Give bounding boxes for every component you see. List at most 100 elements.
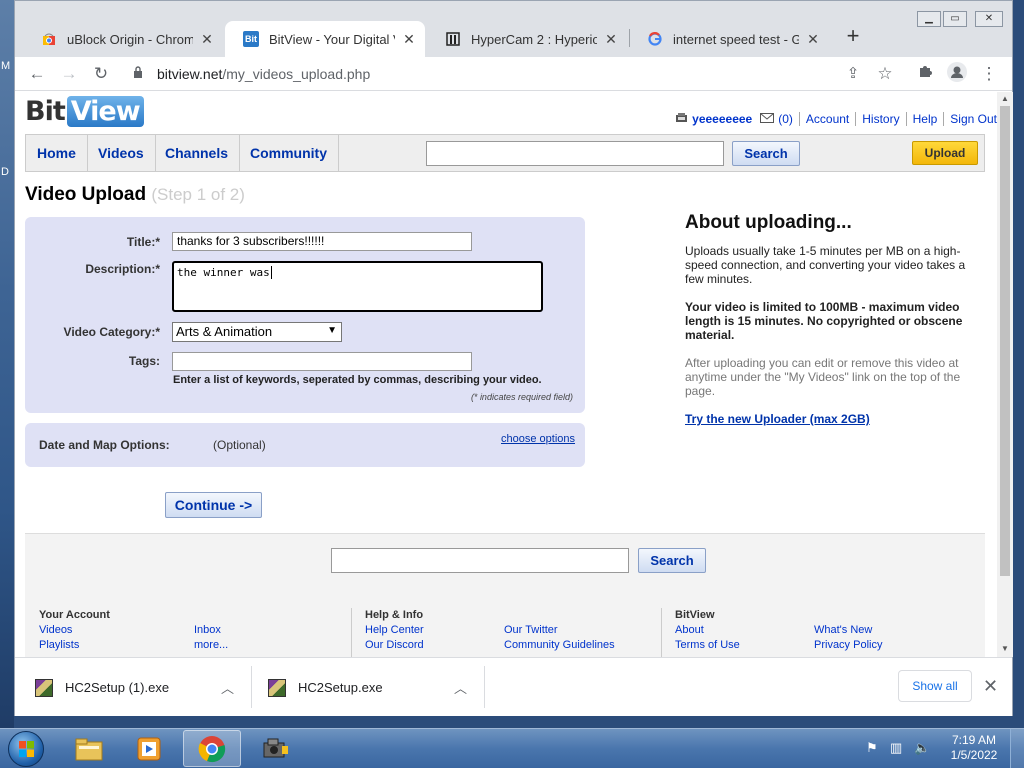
footer-divider	[351, 608, 352, 657]
reload-icon[interactable]: ↻	[89, 62, 113, 86]
date-map-options: Date and Map Options: (Optional) choose …	[25, 423, 585, 467]
footer-link-discord[interactable]: Our Discord	[365, 639, 424, 651]
download-item[interactable]: HC2Setup (1).exe ︿	[35, 658, 249, 717]
account-link[interactable]: Account	[798, 112, 855, 126]
desktop-icon-label-d: D	[1, 166, 9, 178]
tab-strip: uBlock Origin - Chrome W ✕ Bit BitView -…	[15, 1, 1012, 57]
footer-link-twitter[interactable]: Our Twitter	[504, 624, 558, 636]
action-center-flag-icon[interactable]: ⚑	[866, 740, 878, 756]
about-paragraph-3: After uploading you can edit or remove t…	[685, 356, 961, 398]
tags-input[interactable]	[172, 352, 472, 371]
hyperionics-icon	[445, 31, 461, 47]
tab-hyperionics[interactable]: HyperCam 2 : Hyperionics ✕	[427, 21, 627, 57]
footer-link-inbox[interactable]: Inbox	[194, 624, 221, 636]
history-link[interactable]: History	[855, 112, 905, 126]
footer-link-help-center[interactable]: Help Center	[365, 624, 424, 636]
user-icon	[675, 112, 688, 126]
description-textarea[interactable]: the winner was	[172, 261, 543, 312]
extensions-puzzle-icon[interactable]	[913, 62, 937, 86]
tags-hint: Enter a list of keywords, seperated by c…	[173, 374, 542, 386]
windows-taskbar: ⚑ ▥ 🔈 7:19 AM 1/5/2022	[0, 728, 1024, 768]
about-uploading-panel: About uploading... Uploads usually take …	[685, 213, 975, 440]
new-tab-plus-icon[interactable]: +	[841, 25, 865, 47]
footer-link-terms[interactable]: Terms of Use	[675, 639, 740, 651]
url-text: bitview.net/my_videos_upload.php	[157, 66, 370, 82]
scroll-down-icon[interactable]: ▼	[997, 644, 1013, 653]
scrollbar-thumb[interactable]	[1000, 106, 1010, 576]
winrar-file-icon	[35, 678, 53, 697]
header-search-button[interactable]: Search	[732, 141, 800, 166]
chevron-up-icon[interactable]: ︿	[221, 678, 234, 697]
inbox-count[interactable]: (0)	[778, 112, 793, 126]
hypercam-icon[interactable]	[246, 730, 304, 767]
network-icon[interactable]: ▥	[890, 740, 902, 756]
show-desktop-button[interactable]	[1010, 729, 1024, 768]
close-downloads-icon[interactable]: ✕	[983, 676, 998, 697]
profile-avatar-icon[interactable]	[945, 62, 969, 86]
system-clock[interactable]: 7:19 AM 1/5/2022	[946, 733, 1002, 763]
footer-link-more[interactable]: more...	[194, 639, 228, 651]
sign-out-link[interactable]: Sign Out	[943, 112, 997, 126]
logo-view: View	[66, 96, 144, 127]
continue-button[interactable]: Continue ->	[165, 492, 262, 518]
footer-link-guidelines[interactable]: Community Guidelines	[504, 639, 615, 651]
nav-channels[interactable]: Channels	[154, 135, 241, 171]
tab-title: BitView - Your Digital Vide	[269, 31, 395, 47]
new-uploader-link[interactable]: Try the new Uploader (max 2GB)	[685, 412, 975, 426]
choose-options-link[interactable]: choose options	[501, 433, 575, 445]
close-tab-icon[interactable]: ✕	[805, 31, 821, 48]
username-link[interactable]: yeeeeeeee	[692, 112, 752, 126]
footer-link-playlists[interactable]: Playlists	[39, 639, 79, 651]
header-search-input[interactable]	[426, 141, 724, 166]
title-input[interactable]: thanks for 3 subscribers!!!!!!	[172, 232, 472, 251]
minimize-icon[interactable]: ▁	[917, 11, 941, 27]
footer-link-whats-new[interactable]: What's New	[814, 624, 872, 636]
nav-home[interactable]: Home	[26, 135, 88, 171]
tab-speed-test[interactable]: internet speed test - Goo ✕	[629, 21, 829, 57]
address-bar[interactable]: bitview.net/my_videos_upload.php	[123, 59, 893, 89]
about-paragraph-1: Uploads usually take 1-5 minutes per MB …	[685, 244, 966, 286]
page-scrollbar[interactable]: ▲ ▼	[997, 92, 1013, 657]
category-select[interactable]: Arts & Animation ▼	[172, 322, 342, 342]
scroll-up-icon[interactable]: ▲	[997, 94, 1013, 103]
footer-search-button[interactable]: Search	[638, 548, 706, 573]
start-button[interactable]	[8, 731, 44, 767]
footer-link-privacy[interactable]: Privacy Policy	[814, 639, 882, 651]
page-viewport: Bit View yeeeeeeee (0) Account History H…	[15, 92, 997, 657]
footer-link-videos[interactable]: Videos	[39, 624, 72, 636]
desktop-background: M D	[0, 0, 14, 728]
upload-button[interactable]: Upload	[912, 141, 978, 165]
help-link[interactable]: Help	[905, 112, 944, 126]
bitview-logo[interactable]: Bit View	[25, 96, 144, 127]
explorer-icon[interactable]	[60, 730, 118, 767]
tab-ublock[interactable]: uBlock Origin - Chrome W ✕	[23, 21, 223, 57]
windows-flag-icon	[19, 741, 34, 757]
nav-videos[interactable]: Videos	[87, 135, 156, 171]
footer-link-about[interactable]: About	[675, 624, 704, 636]
close-window-icon[interactable]: ✕	[975, 11, 1003, 27]
nav-community[interactable]: Community	[239, 135, 339, 171]
chrome-icon[interactable]	[183, 730, 241, 767]
volume-icon[interactable]: 🔈	[914, 740, 930, 756]
footer-search-input[interactable]	[331, 548, 629, 573]
show-all-downloads-button[interactable]: Show all	[898, 670, 972, 702]
chevron-up-icon[interactable]: ︿	[454, 678, 467, 697]
back-arrow-icon[interactable]: ←	[25, 62, 49, 86]
google-icon	[647, 31, 663, 47]
forward-arrow-icon[interactable]: →	[57, 62, 81, 86]
download-item[interactable]: HC2Setup.exe ︿	[268, 658, 482, 717]
close-tab-icon[interactable]: ✕	[401, 31, 417, 48]
chevron-down-icon: ▼	[327, 325, 337, 336]
user-nav: yeeeeeeee (0) Account History Help Sign …	[675, 112, 997, 126]
footer-heading-account: Your Account	[39, 609, 110, 621]
close-tab-icon[interactable]: ✕	[199, 31, 215, 48]
bookmark-star-icon[interactable]: ☆	[873, 62, 897, 86]
inbox-envelope-icon[interactable]	[760, 112, 775, 126]
menu-kebab-icon[interactable]: ⋮	[977, 62, 1001, 86]
close-tab-icon[interactable]: ✕	[603, 31, 619, 48]
tab-bitview[interactable]: Bit BitView - Your Digital Vide ✕	[225, 21, 425, 57]
lock-icon	[133, 66, 143, 81]
maximize-icon[interactable]: ▭	[943, 11, 967, 27]
share-icon[interactable]: ⇪	[841, 62, 865, 86]
media-player-icon[interactable]	[120, 730, 178, 767]
